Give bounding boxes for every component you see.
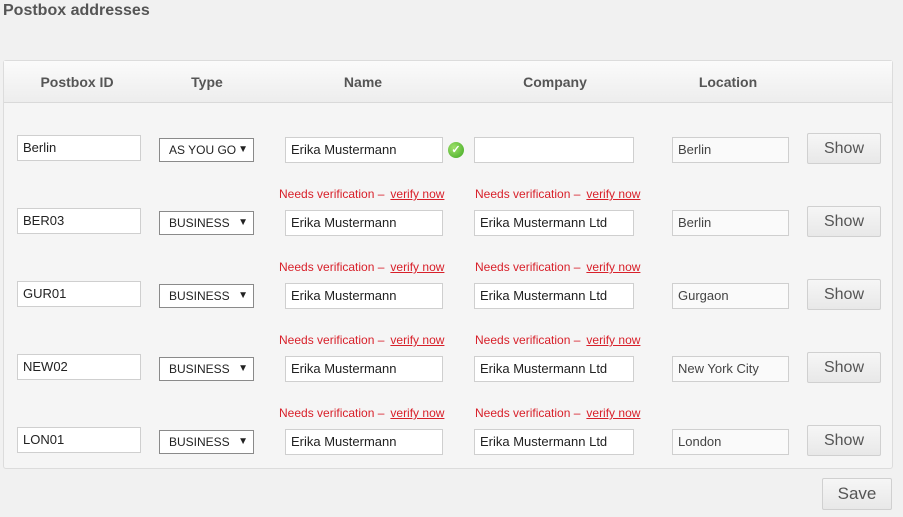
table-header: Postbox ID Type Name Company Location	[4, 61, 892, 103]
type-select[interactable]: BUSINESS ▼	[159, 284, 254, 308]
verification-text: Needs verification –	[475, 187, 581, 201]
column-header-postbox-id: Postbox ID	[40, 74, 114, 90]
postbox-id-field[interactable]: Berlin	[17, 135, 141, 161]
verify-now-link[interactable]: verify now	[586, 333, 640, 347]
company-field[interactable]: Erika Mustermann Ltd	[474, 429, 634, 455]
column-header-name: Name	[343, 74, 383, 90]
show-button[interactable]: Show	[807, 133, 881, 164]
company-field[interactable]	[474, 137, 634, 163]
location-field: New York City	[672, 356, 789, 382]
dropdown-arrow-icon: ▼	[238, 290, 248, 301]
type-select[interactable]: BUSINESS ▼	[159, 211, 254, 235]
dropdown-arrow-icon: ▼	[238, 144, 248, 155]
name-field[interactable]: Erika Mustermann	[285, 429, 443, 455]
company-verification-notice: Needs verification – verify now	[475, 333, 640, 347]
dropdown-arrow-icon: ▼	[238, 217, 248, 228]
verification-text: Needs verification –	[279, 333, 385, 347]
table-row: BER03 BUSINESS ▼ Erika Mustermann Erika …	[4, 204, 892, 264]
verify-now-link[interactable]: verify now	[390, 187, 444, 201]
table-row: GUR01 BUSINESS ▼ Erika Mustermann Erika …	[4, 277, 892, 337]
name-verification-notice: Needs verification – verify now	[279, 333, 444, 347]
postbox-id-field[interactable]: BER03	[17, 208, 141, 234]
name-field[interactable]: Erika Mustermann	[285, 210, 443, 236]
verify-now-link[interactable]: verify now	[586, 187, 640, 201]
show-button[interactable]: Show	[807, 279, 881, 310]
verification-text: Needs verification –	[475, 333, 581, 347]
verification-text: Needs verification –	[279, 406, 385, 420]
dropdown-arrow-icon: ▼	[238, 363, 248, 374]
type-select-value: BUSINESS	[169, 435, 230, 449]
type-select-value: BUSINESS	[169, 362, 230, 376]
verify-now-link[interactable]: verify now	[390, 406, 444, 420]
location-field: Berlin	[672, 137, 789, 163]
verify-now-link[interactable]: verify now	[390, 260, 444, 274]
table-row: LON01 BUSINESS ▼ Erika Mustermann Erika …	[4, 423, 892, 483]
verify-now-link[interactable]: verify now	[586, 406, 640, 420]
show-button[interactable]: Show	[807, 425, 881, 456]
save-button[interactable]: Save	[822, 478, 892, 510]
location-field: Gurgaon	[672, 283, 789, 309]
verify-now-link[interactable]: verify now	[586, 260, 640, 274]
type-select-value: BUSINESS	[169, 289, 230, 303]
verification-text: Needs verification –	[475, 260, 581, 274]
company-field[interactable]: Erika Mustermann Ltd	[474, 356, 634, 382]
company-verification-notice: Needs verification – verify now	[475, 406, 640, 420]
location-field: London	[672, 429, 789, 455]
verification-text: Needs verification –	[279, 260, 385, 274]
type-select-value: AS YOU GO	[169, 143, 237, 157]
show-button[interactable]: Show	[807, 352, 881, 383]
show-button[interactable]: Show	[807, 206, 881, 237]
postbox-table: Postbox ID Type Name Company Location Be…	[3, 60, 893, 469]
name-verification-notice: Needs verification – verify now	[279, 406, 444, 420]
verification-text: Needs verification –	[279, 187, 385, 201]
column-header-type: Type	[191, 74, 223, 90]
name-field[interactable]: Erika Mustermann	[285, 137, 443, 163]
type-select[interactable]: BUSINESS ▼	[159, 430, 254, 454]
company-verification-notice: Needs verification – verify now	[475, 260, 640, 274]
postbox-id-field[interactable]: NEW02	[17, 354, 141, 380]
verify-now-link[interactable]: verify now	[390, 333, 444, 347]
type-select-value: BUSINESS	[169, 216, 230, 230]
table-row: NEW02 BUSINESS ▼ Erika Mustermann Erika …	[4, 350, 892, 410]
verification-text: Needs verification –	[475, 406, 581, 420]
location-field: Berlin	[672, 210, 789, 236]
verified-check-icon: ✓	[448, 142, 464, 158]
page-title: Postbox addresses	[3, 2, 150, 19]
column-header-location: Location	[698, 74, 758, 90]
dropdown-arrow-icon: ▼	[238, 436, 248, 447]
table-row: Berlin AS YOU GO ▼ Erika Mustermann ✓ Be…	[4, 131, 892, 191]
company-field[interactable]: Erika Mustermann Ltd	[474, 283, 634, 309]
name-verification-notice: Needs verification – verify now	[279, 187, 444, 201]
column-header-company: Company	[523, 74, 587, 90]
type-select[interactable]: AS YOU GO ▼	[159, 138, 254, 162]
name-verification-notice: Needs verification – verify now	[279, 260, 444, 274]
postbox-id-field[interactable]: GUR01	[17, 281, 141, 307]
name-field[interactable]: Erika Mustermann	[285, 356, 443, 382]
postbox-id-field[interactable]: LON01	[17, 427, 141, 453]
company-field[interactable]: Erika Mustermann Ltd	[474, 210, 634, 236]
name-field[interactable]: Erika Mustermann	[285, 283, 443, 309]
company-verification-notice: Needs verification – verify now	[475, 187, 640, 201]
type-select[interactable]: BUSINESS ▼	[159, 357, 254, 381]
